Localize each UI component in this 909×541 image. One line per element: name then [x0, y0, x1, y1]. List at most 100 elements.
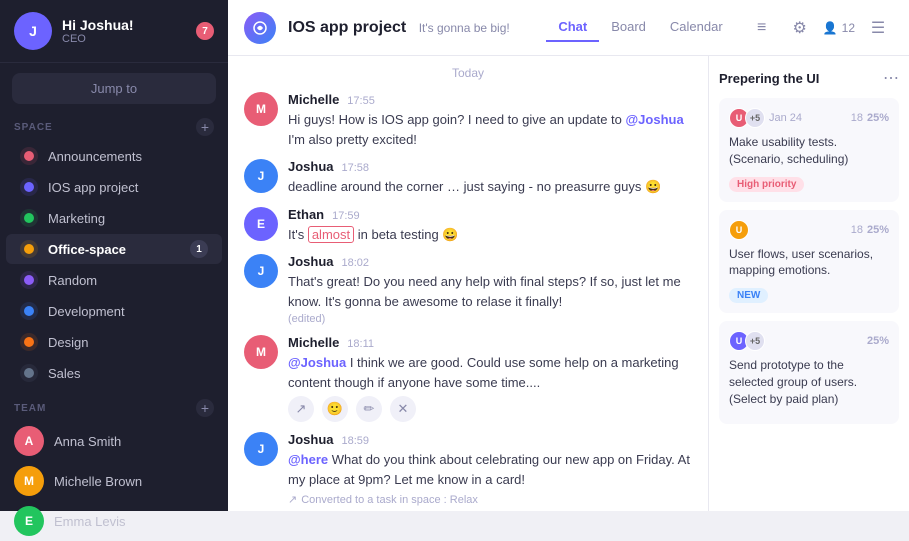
message-4: J Joshua 18:02 That's great! Do you need…: [244, 254, 692, 325]
space-label-random: Random: [48, 273, 208, 288]
msg-content-4: Joshua 18:02 That's great! Do you need a…: [288, 254, 692, 325]
topbar-actions: ≡ ⚙ 👤 12 ☰: [747, 13, 893, 43]
converted-icon: ↗: [288, 493, 297, 506]
team-name-emma: Emma Levis: [54, 514, 126, 529]
settings-icon-button[interactable]: ⚙: [785, 13, 815, 43]
team-item-michelle[interactable]: M Michelle Brown: [0, 461, 228, 501]
msg-header-4: Joshua 18:02: [288, 254, 692, 269]
team-item-emma[interactable]: E Emma Levis: [0, 501, 228, 541]
converted-text: Converted to a task in space : Relax: [301, 494, 478, 506]
msg-avatar-3: E: [244, 207, 278, 241]
project-title: IOS app project: [288, 19, 406, 36]
task-card-2[interactable]: U 18 25% User flows, user scenarios, map…: [719, 210, 899, 314]
msg-text-3: It's almost in beta testing 😀: [288, 225, 692, 245]
space-label-design: Design: [48, 335, 208, 350]
spaces-list: Announcements IOS app project Marketing …: [0, 140, 228, 389]
msg-name-2: Joshua: [288, 159, 334, 174]
sidebar-item-ios-app[interactable]: IOS app project: [6, 172, 222, 202]
msg-time-2: 17:58: [342, 162, 370, 174]
space-icon-ios-app: [20, 178, 38, 196]
msg-text-2: deadline around the corner … just saying…: [288, 177, 692, 197]
msg-text-6: @here What do you think about celebratin…: [288, 450, 692, 489]
msg-name-4: Joshua: [288, 254, 334, 269]
msg-content-2: Joshua 17:58 deadline around the corner …: [288, 159, 692, 197]
task-tag-2: NEW: [729, 288, 768, 303]
mention: @here: [288, 452, 328, 467]
msg-avatar-2: J: [244, 159, 278, 193]
topbar-info: IOS app project It's gonna be big!: [288, 19, 534, 37]
greeting-text: Hi Joshua!: [62, 17, 186, 33]
msg-text-1: Hi guys! How is IOS app goin? I need to …: [288, 110, 692, 149]
msg-name-6: Joshua: [288, 432, 334, 447]
sidebar-item-announcements[interactable]: Announcements: [6, 141, 222, 171]
member-icon: 👤: [823, 21, 838, 35]
avatars-stack-2: U: [729, 220, 749, 240]
msg-name-1: Michelle: [288, 92, 339, 107]
add-space-button[interactable]: +: [196, 118, 214, 136]
mention: @Joshua: [288, 355, 346, 370]
space-icon-office-space: [20, 240, 38, 258]
teams-label: TEAM: [14, 403, 46, 414]
share-button[interactable]: ↗: [288, 396, 314, 422]
msg-name-3: Ethan: [288, 207, 324, 222]
notification-badge[interactable]: 7: [196, 22, 214, 40]
space-badge-office-space: 1: [190, 240, 208, 258]
task-card-3[interactable]: U +5 25% Send prototype to the selected …: [719, 321, 899, 423]
mention: @Joshua: [626, 112, 684, 127]
message-2: J Joshua 17:58 deadline around the corne…: [244, 159, 692, 197]
sidebar-item-marketing[interactable]: Marketing: [6, 203, 222, 233]
more-icon-button[interactable]: ☰: [863, 13, 893, 43]
role-text: CEO: [62, 33, 186, 45]
avatar-more: +5: [745, 108, 765, 128]
main-content: IOS app project It's gonna be big! ChatB…: [228, 0, 909, 511]
jump-to-button[interactable]: Jump to: [12, 73, 216, 104]
add-team-button[interactable]: +: [196, 399, 214, 417]
msg-avatar-6: J: [244, 432, 278, 466]
msg-time-6: 18:59: [342, 435, 370, 447]
msg-avatar-1: M: [244, 92, 278, 126]
team-item-anna[interactable]: A Anna Smith: [0, 421, 228, 461]
msg-header-6: Joshua 18:59: [288, 432, 692, 447]
emoji-button[interactable]: 🙂: [322, 396, 348, 422]
chat-main: Today M Michelle 17:55 Hi guys! How is I…: [228, 56, 709, 511]
msg-time-3: 17:59: [332, 210, 360, 222]
delete-button[interactable]: ✕: [390, 396, 416, 422]
task-card-1[interactable]: U +5 Jan 24 18 25% Make usability tests.…: [719, 98, 899, 202]
member-count: 👤 12: [823, 21, 855, 35]
topbar: IOS app project It's gonna be big! ChatB…: [228, 0, 909, 56]
spaces-section-header: SPACE +: [0, 114, 228, 140]
edit-button[interactable]: ✏: [356, 396, 382, 422]
project-subtitle: It's gonna be big!: [419, 21, 510, 35]
tab-board[interactable]: Board: [599, 13, 658, 42]
teams-section-header: TEAM +: [0, 395, 228, 421]
panel-more-button[interactable]: ⋯: [883, 68, 899, 88]
space-icon-development: [20, 302, 38, 320]
msg-text-4: That's great! Do you need any help with …: [288, 272, 692, 311]
space-icon-marketing: [20, 209, 38, 227]
space-label-development: Development: [48, 304, 208, 319]
sidebar-item-office-space[interactable]: Office-space 1: [6, 234, 222, 264]
space-icon-sales: [20, 364, 38, 382]
teams-list: A Anna Smith M Michelle Brown E Emma Lev…: [0, 421, 228, 541]
avatars-stack-3: U +5: [729, 331, 765, 351]
panel-header: Prepering the UI ⋯: [719, 68, 899, 88]
sidebar-item-random[interactable]: Random: [6, 265, 222, 295]
sidebar-item-sales[interactable]: Sales: [6, 358, 222, 388]
msg-text-5: @Joshua I think we are good. Could use s…: [288, 353, 692, 392]
team-avatar-michelle: M: [14, 466, 44, 496]
sidebar-item-development[interactable]: Development: [6, 296, 222, 326]
tab-chat[interactable]: Chat: [546, 13, 599, 42]
tab-calendar[interactable]: Calendar: [658, 13, 735, 42]
avatar-1: U: [729, 220, 749, 240]
sidebar-item-design[interactable]: Design: [6, 327, 222, 357]
user-avatar: J: [14, 12, 52, 50]
app-logo: [244, 12, 276, 44]
highlighted-text: almost: [308, 226, 354, 243]
task-card-header-1: U +5 Jan 24 18 25%: [729, 108, 889, 128]
header-text: Hi Joshua! CEO: [62, 17, 186, 45]
space-label-office-space: Office-space: [48, 242, 180, 257]
menu-icon-button[interactable]: ≡: [747, 13, 777, 43]
task-card-header-3: U +5 25%: [729, 331, 889, 351]
msg-edited-4: (edited): [288, 313, 692, 325]
task-pct-1: 25%: [867, 112, 889, 124]
